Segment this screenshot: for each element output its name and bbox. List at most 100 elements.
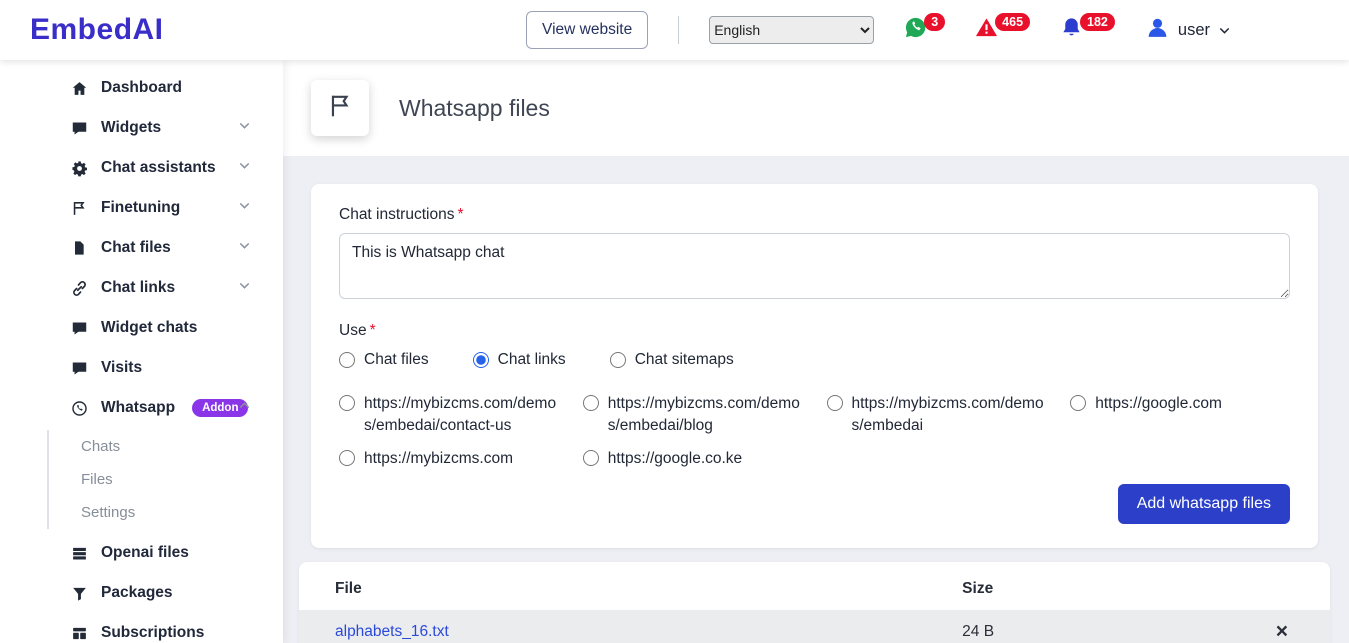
url-option[interactable]: https://mybizcms.com [339, 448, 559, 470]
url-option[interactable]: https://mybizcms.com/demos/embedai/blog [583, 393, 803, 436]
chat-square-icon [70, 359, 88, 377]
chat-instructions-label-text: Chat instructions [339, 206, 454, 223]
chevron-down-icon [238, 159, 251, 177]
header-divider [678, 16, 679, 44]
url-radio[interactable] [827, 395, 843, 411]
chat-links-radio[interactable] [473, 352, 489, 368]
radio-label: Chat files [364, 351, 429, 369]
sidebar-item-label: Chat assistants [101, 159, 216, 177]
file-column-header: File [299, 566, 962, 610]
use-label: Use* [339, 322, 1290, 340]
bell-notifications[interactable]: 182 [1060, 16, 1115, 44]
size-column-header: Size [962, 566, 1240, 610]
file-link[interactable]: alphabets_16.txt [335, 623, 449, 640]
funnel-icon [70, 584, 88, 602]
use-label-text: Use [339, 322, 367, 339]
url-label: https://google.com [1095, 393, 1222, 415]
embedai-logo[interactable]: EmbedAI [30, 13, 164, 47]
sidebar-item-widget-chats[interactable]: Widget chats [0, 308, 283, 348]
home-icon [70, 79, 88, 97]
chevron-down-icon [1218, 24, 1231, 37]
chevron-down-icon [238, 199, 251, 217]
url-radio[interactable] [1070, 395, 1086, 411]
sidebar-item-finetuning[interactable]: Finetuning [0, 188, 283, 228]
use-options-group: Chat files Chat links Chat sitemaps [339, 351, 1290, 369]
chat-files-radio[interactable] [339, 352, 355, 368]
url-option[interactable]: https://mybizcms.com/demos/embedai/conta… [339, 393, 559, 436]
page-header: Whatsapp files [283, 60, 1349, 156]
url-radio[interactable] [583, 395, 599, 411]
sidebar-subitem-chats[interactable]: Chats [49, 430, 283, 463]
main-area: Whatsapp files Chat instructions* This i… [283, 60, 1349, 643]
chat-sitemaps-radio[interactable] [610, 352, 626, 368]
page-title: Whatsapp files [399, 95, 550, 122]
whatsapp-notifications[interactable]: 3 [904, 16, 945, 44]
chat-instructions-label: Chat instructions* [339, 206, 1290, 224]
user-menu[interactable]: user [1145, 15, 1231, 45]
url-label: https://mybizcms.com/demos/embedai [852, 393, 1047, 436]
chevron-down-icon [238, 239, 251, 257]
rows-icon [70, 544, 88, 562]
view-website-button[interactable]: View website [526, 11, 648, 49]
sidebar-item-chat-files[interactable]: Chat files [0, 228, 283, 268]
sidebar-item-widgets[interactable]: Widgets [0, 108, 283, 148]
chat-instructions-input[interactable]: This is Whatsapp chat [339, 233, 1290, 299]
sidebar-item-label: Chat files [101, 239, 171, 257]
whatsapp-submenu: Chats Files Settings [47, 430, 283, 529]
sidebar-subitem-files[interactable]: Files [49, 463, 283, 496]
sidebar-item-chat-assistants[interactable]: Chat assistants [0, 148, 283, 188]
form-actions: Add whatsapp files [339, 484, 1290, 524]
file-size: 24 B [962, 623, 994, 640]
top-header: EmbedAI View website English 3 465 [0, 0, 1349, 60]
url-option[interactable]: https://google.com [1070, 393, 1290, 436]
cards-icon [70, 624, 88, 642]
sidebar-item-label: Packages [101, 584, 173, 602]
table-row: alphabets_16.txt 24 B × [299, 610, 1330, 643]
required-asterisk: * [457, 206, 463, 223]
remove-file-icon[interactable]: × [1276, 621, 1288, 642]
language-select[interactable]: English [709, 16, 874, 44]
notification-count-badge: 182 [1080, 13, 1115, 31]
sidebar-item-label: Whatsapp [101, 399, 175, 417]
url-label: https://mybizcms.com/demos/embedai/conta… [364, 393, 559, 436]
sidebar-item-openai-files[interactable]: Openai files [0, 533, 283, 573]
url-label: https://mybizcms.com/demos/embedai/blog [608, 393, 803, 436]
sidebar-item-label: Dashboard [101, 79, 182, 97]
files-table: File Size alphabets_16.txt 24 B × [299, 566, 1330, 643]
chevron-down-icon [238, 119, 251, 137]
user-avatar-icon [1145, 15, 1170, 45]
sidebar-item-dashboard[interactable]: Dashboard [0, 68, 283, 108]
chat-link-options: https://mybizcms.com/demos/embedai/conta… [339, 393, 1290, 470]
user-name-label: user [1178, 21, 1210, 40]
url-label: https://google.co.ke [608, 448, 742, 470]
url-radio[interactable] [339, 450, 355, 466]
whatsapp-icon [70, 399, 88, 417]
add-whatsapp-files-button[interactable]: Add whatsapp files [1118, 484, 1290, 524]
sidebar-item-label: Widgets [101, 119, 161, 137]
whatsapp-count-badge: 3 [924, 13, 945, 31]
sidebar-item-packages[interactable]: Packages [0, 573, 283, 613]
chevron-up-icon [238, 399, 251, 417]
url-option[interactable]: https://mybizcms.com/demos/embedai [827, 393, 1047, 436]
required-asterisk: * [370, 322, 376, 339]
use-option-chat-files[interactable]: Chat files [339, 351, 429, 369]
url-option[interactable]: https://google.co.ke [583, 448, 803, 470]
use-option-chat-sitemaps[interactable]: Chat sitemaps [610, 351, 734, 369]
url-radio[interactable] [339, 395, 355, 411]
sidebar-item-label: Subscriptions [101, 624, 204, 642]
sidebar-item-whatsapp[interactable]: Whatsapp Addon [0, 388, 283, 428]
alert-notifications[interactable]: 465 [975, 16, 1030, 44]
radio-label: Chat sitemaps [635, 351, 734, 369]
sidebar-item-chat-links[interactable]: Chat links [0, 268, 283, 308]
header-actions: View website English 3 465 [526, 11, 1231, 49]
file-icon [70, 239, 88, 257]
sidebar-item-label: Widget chats [101, 319, 197, 337]
whatsapp-files-form: Chat instructions* This is Whatsapp chat… [311, 184, 1318, 548]
sidebar-subitem-settings[interactable]: Settings [49, 496, 283, 529]
sidebar-item-label: Finetuning [101, 199, 180, 217]
sidebar-item-subscriptions[interactable]: Subscriptions [0, 613, 283, 643]
url-radio[interactable] [583, 450, 599, 466]
sidebar-item-visits[interactable]: Visits [0, 348, 283, 388]
sidebar-item-label: Visits [101, 359, 142, 377]
use-option-chat-links[interactable]: Chat links [473, 351, 566, 369]
